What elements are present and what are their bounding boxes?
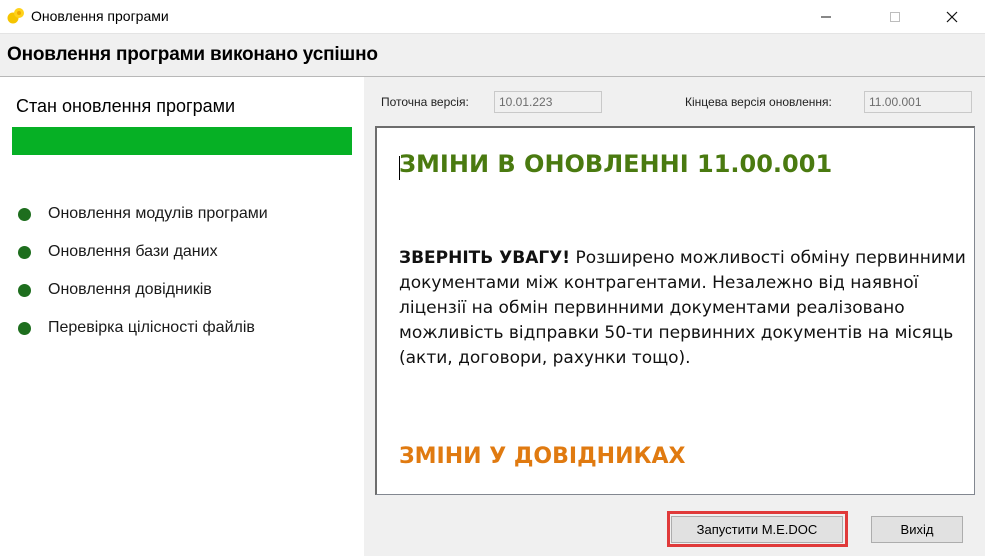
header-band: Оновлення програми виконано успішно <box>0 34 985 77</box>
minimize-button[interactable] <box>803 0 849 33</box>
launch-medoc-button[interactable]: Запустити M.E.DOC <box>671 516 843 543</box>
maximize-button[interactable] <box>872 0 918 33</box>
update-steps-list: Оновлення модулів програми Оновлення баз… <box>18 195 268 347</box>
progress-bar <box>12 127 352 155</box>
current-version-label: Поточна версія: <box>381 95 469 109</box>
step-item: Оновлення модулів програми <box>18 195 268 233</box>
app-logo-icon <box>6 7 26 25</box>
release-notes-pane[interactable]: ЗМІНИ В ОНОВЛЕННІ 11.00.001 ЗВЕРНІТЬ УВА… <box>375 126 975 495</box>
final-version-label: Кінцева версія оновлення: <box>685 95 832 109</box>
step-label: Оновлення бази даних <box>48 243 218 260</box>
release-notes-heading: ЗМІНИ В ОНОВЛЕННІ 11.00.001 <box>399 150 833 178</box>
close-button[interactable] <box>929 0 975 33</box>
progress-fill <box>12 127 352 155</box>
step-label: Оновлення довідників <box>48 281 212 298</box>
status-panel: Стан оновлення програми Оновлення модулі… <box>0 77 364 556</box>
step-item: Перевірка цілісності файлів <box>18 309 268 347</box>
reference-changes-heading: ЗМІНИ У ДОВІДНИКАХ <box>399 444 686 469</box>
exit-button[interactable]: Вихід <box>871 516 963 543</box>
final-version-field: 11.00.001 <box>864 91 972 113</box>
step-label: Перевірка цілісності файлів <box>48 319 255 336</box>
release-notes-paragraph: ЗВЕРНІТЬ УВАГУ! Розширено можливості обм… <box>399 246 969 371</box>
status-dot-icon <box>18 245 31 259</box>
step-item: Оновлення довідників <box>18 271 268 309</box>
status-dot-icon <box>18 321 31 335</box>
note-bold: ЗВЕРНІТЬ УВАГУ! <box>399 248 571 268</box>
title-bar: Оновлення програми <box>0 0 985 34</box>
page-title: Оновлення програми виконано успішно <box>7 44 378 65</box>
status-dot-icon <box>18 283 31 297</box>
window-title: Оновлення програми <box>31 8 169 24</box>
step-item: Оновлення бази даних <box>18 233 268 271</box>
current-version-field: 10.01.223 <box>494 91 602 113</box>
status-dot-icon <box>18 207 31 221</box>
status-title: Стан оновлення програми <box>16 96 236 116</box>
step-label: Оновлення модулів програми <box>48 205 268 222</box>
